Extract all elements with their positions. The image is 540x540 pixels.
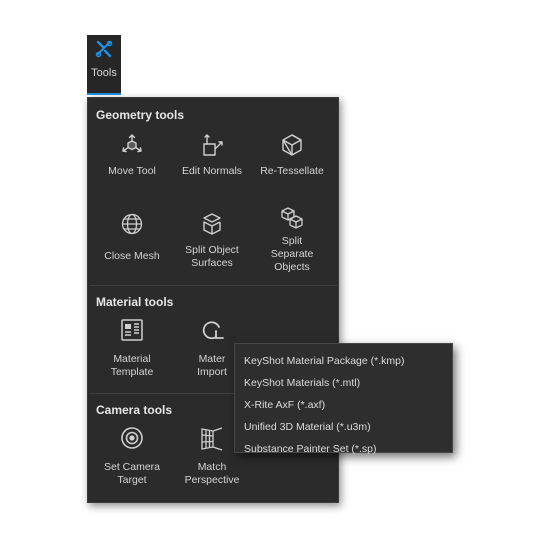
tools-icon bbox=[95, 40, 113, 58]
re-tessellate-label: Re-Tessellate bbox=[260, 165, 324, 177]
material-template-label: Material Template bbox=[110, 353, 154, 378]
section-divider bbox=[89, 285, 337, 286]
camera-tools-title: Camera tools bbox=[96, 403, 173, 417]
match-perspective-label: Match Perspective bbox=[184, 461, 240, 486]
menu-item-axf[interactable]: X-Rite AxF (*.axf) bbox=[235, 394, 452, 416]
re-tessellate-button[interactable]: Re-Tessellate bbox=[251, 131, 333, 178]
edit-normals-label: Edit Normals bbox=[181, 165, 243, 177]
material-tools-title: Material tools bbox=[96, 295, 174, 309]
split-object-surfaces-label: Split Object Surfaces bbox=[185, 244, 239, 269]
set-camera-target-label: Set Camera Target bbox=[103, 461, 161, 486]
geometry-tools-title: Geometry tools bbox=[96, 108, 185, 122]
menu-item-mtl[interactable]: KeyShot Materials (*.mtl) bbox=[235, 372, 452, 394]
material-import-submenu: KeyShot Material Package (*.kmp) KeyShot… bbox=[234, 343, 453, 455]
close-mesh-icon bbox=[118, 210, 146, 238]
move-tool-icon bbox=[118, 131, 146, 159]
edit-normals-icon bbox=[198, 131, 226, 159]
set-camera-target-button[interactable]: Set Camera Target bbox=[91, 424, 173, 487]
edit-normals-button[interactable]: Edit Normals bbox=[171, 131, 253, 178]
material-import-label: Mater Import bbox=[197, 353, 227, 378]
move-tool-label: Move Tool bbox=[108, 165, 156, 177]
material-import-icon bbox=[198, 316, 226, 344]
tools-tab[interactable]: Tools bbox=[87, 35, 121, 95]
close-mesh-label: Close Mesh bbox=[104, 250, 160, 262]
split-objects-icon bbox=[278, 204, 306, 232]
split-surfaces-icon bbox=[198, 210, 226, 238]
split-separate-objects-label: Split Separate Objects bbox=[270, 235, 314, 273]
re-tessellate-icon bbox=[278, 131, 306, 159]
menu-item-sp[interactable]: Substance Painter Set (*.sp) bbox=[235, 438, 452, 460]
close-mesh-button[interactable]: Close Mesh bbox=[91, 210, 173, 263]
material-template-button[interactable]: Material Template bbox=[91, 316, 173, 379]
material-template-icon bbox=[118, 316, 146, 344]
split-object-surfaces-button[interactable]: Split Object Surfaces bbox=[171, 210, 253, 270]
tools-tab-label: Tools bbox=[91, 67, 117, 79]
match-perspective-icon bbox=[198, 424, 226, 452]
menu-item-u3m[interactable]: Unified 3D Material (*.u3m) bbox=[235, 416, 452, 438]
menu-item-kmp[interactable]: KeyShot Material Package (*.kmp) bbox=[235, 350, 452, 372]
camera-target-icon bbox=[118, 424, 146, 452]
split-separate-objects-button[interactable]: Split Separate Objects bbox=[251, 204, 333, 274]
move-tool-button[interactable]: Move Tool bbox=[91, 131, 173, 178]
